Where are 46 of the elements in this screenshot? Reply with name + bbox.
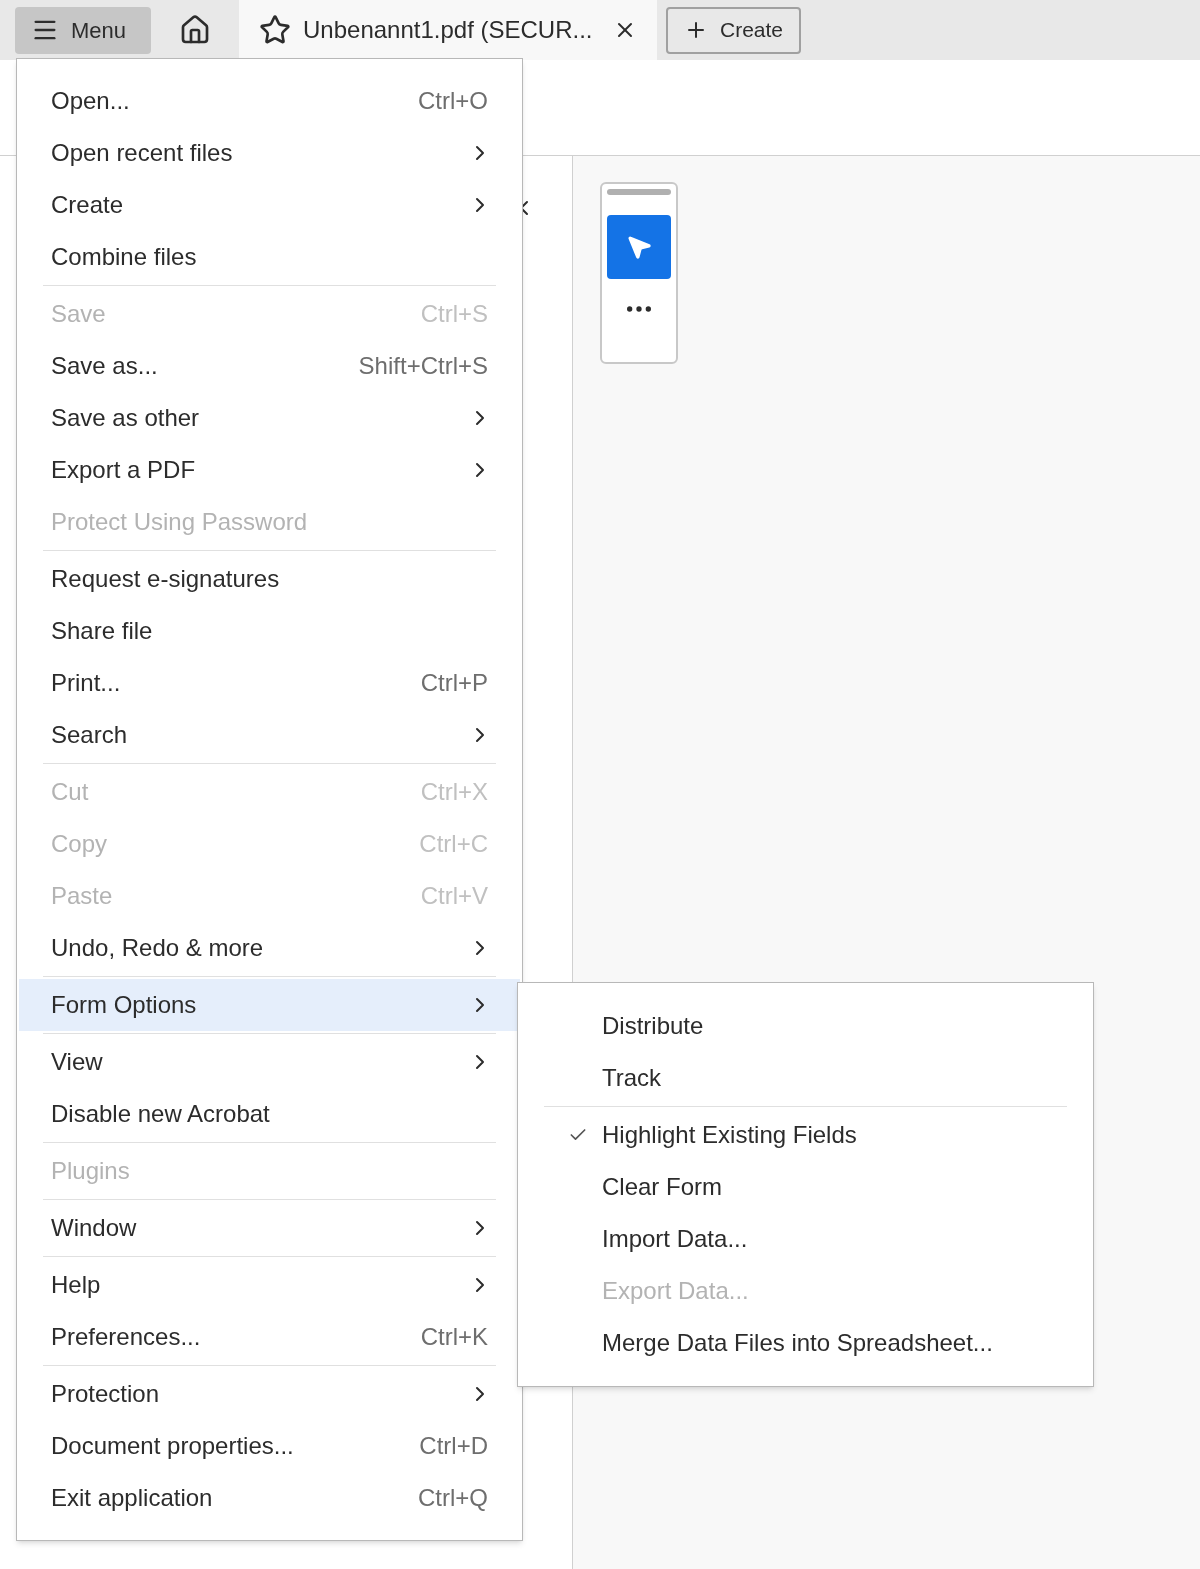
select-tool-button[interactable] — [607, 215, 671, 279]
menu-item[interactable]: View — [19, 1036, 520, 1088]
star-icon — [259, 14, 291, 46]
menu-item[interactable]: Save as other — [19, 392, 520, 444]
menu-item[interactable]: Preferences... Ctrl+K — [19, 1311, 520, 1363]
menu-item[interactable]: Open recent files — [19, 127, 520, 179]
menu-item[interactable]: Export a PDF — [19, 444, 520, 496]
shortcut-text: Ctrl+K — [420, 1322, 488, 1352]
submenu-item[interactable]: Track — [518, 1052, 1093, 1104]
menu-item[interactable]: Request e-signatures — [19, 553, 520, 605]
shortcut-text: Ctrl+C — [419, 829, 488, 859]
menu-item[interactable]: Share file — [19, 605, 520, 657]
shortcut-text: Ctrl+Q — [418, 1483, 488, 1513]
menu-item[interactable]: Document properties... Ctrl+D — [19, 1420, 520, 1472]
shortcut-text: Ctrl+V — [420, 881, 488, 911]
menu-item[interactable]: Protection — [19, 1368, 520, 1420]
submenu-item[interactable]: Clear Form — [518, 1161, 1093, 1213]
document-tab[interactable]: Unbenannt1.pdf (SECUR... — [239, 0, 657, 60]
menu-item[interactable]: Combine files — [19, 231, 520, 283]
submenu-item[interactable]: Distribute — [518, 1000, 1093, 1052]
menu-item[interactable]: Search — [19, 709, 520, 761]
submenu-item[interactable]: Import Data... — [518, 1213, 1093, 1265]
shortcut-text: Shift+Ctrl+S — [358, 351, 488, 381]
menu-item[interactable]: Exit application Ctrl+Q — [19, 1472, 520, 1524]
submenu-item[interactable]: Highlight Existing Fields — [518, 1109, 1093, 1161]
menu-item[interactable]: Undo, Redo & more — [19, 922, 520, 974]
pointer-icon — [625, 233, 653, 261]
create-button[interactable]: Create — [666, 6, 802, 54]
tab-title: Unbenannt1.pdf (SECUR... — [303, 15, 594, 45]
menu-item[interactable]: Print... Ctrl+P — [19, 657, 520, 709]
shortcut-text: Ctrl+O — [418, 86, 488, 116]
menu-item[interactable]: Form Options — [19, 979, 520, 1031]
menu-item[interactable]: Open... Ctrl+O — [19, 75, 520, 127]
menu-item[interactable]: Disable new Acrobat — [19, 1088, 520, 1140]
home-icon — [179, 14, 211, 46]
shortcut-text: Ctrl+X — [420, 777, 488, 807]
shortcut-text: Ctrl+D — [419, 1431, 488, 1461]
drag-handle[interactable] — [607, 189, 671, 195]
submenu-item[interactable]: Merge Data Files into Spreadsheet... — [518, 1317, 1093, 1369]
shortcut-text: Ctrl+S — [420, 299, 488, 329]
shortcut-text: Ctrl+P — [420, 668, 488, 698]
menu-item[interactable]: Save as... Shift+Ctrl+S — [19, 340, 520, 392]
menu-button[interactable]: Menu — [15, 6, 151, 54]
menu-item[interactable]: Window — [19, 1202, 520, 1254]
menu-item[interactable]: Help — [19, 1259, 520, 1311]
menu-item[interactable]: Create — [19, 179, 520, 231]
